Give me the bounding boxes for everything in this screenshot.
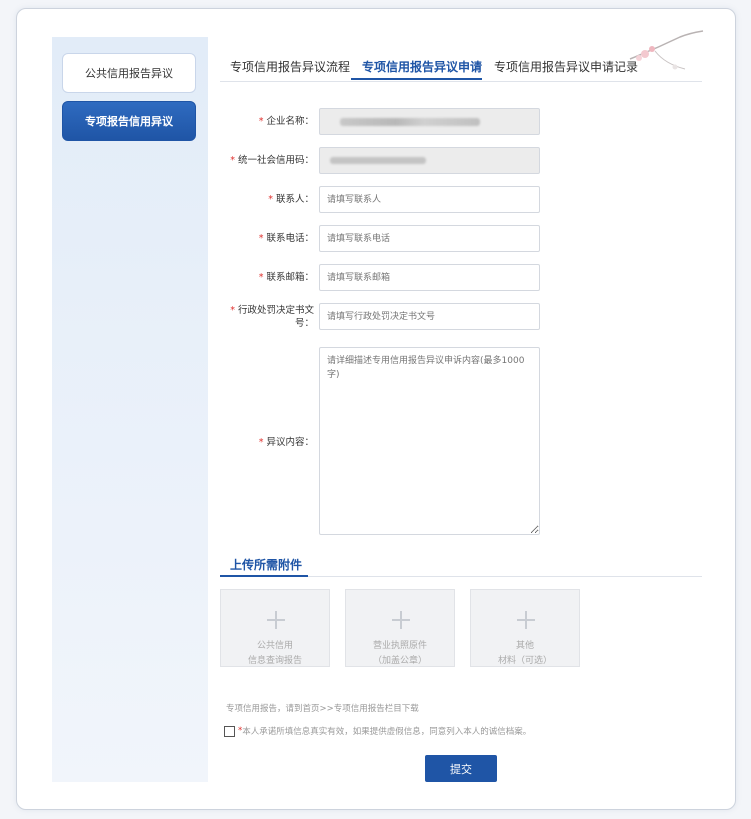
sidebar-item-special-report-objection[interactable]: 专项报告信用异议 (62, 101, 196, 141)
company-name-field (319, 108, 540, 135)
upload-label-line2: （加盖公章） (372, 656, 427, 666)
required-mark: * (230, 155, 235, 166)
company-name-label: * 企业名称： (258, 116, 314, 127)
redacted-value (340, 118, 480, 126)
redacted-value (330, 157, 426, 164)
decision-number-input[interactable] (319, 303, 540, 330)
required-mark: * (268, 194, 273, 205)
contact-input[interactable] (319, 186, 540, 213)
email-label: * 联系邮箱： (258, 272, 314, 283)
section-title-underline (220, 575, 308, 577)
active-tab-indicator (351, 78, 482, 80)
contact-label: * 联系人： (268, 194, 314, 205)
upload-label-line1: 其他 (515, 641, 534, 651)
decision-number-row: * 行政处罚决定书文 号： (220, 303, 542, 333)
credit-code-row: * 统一社会信用码： (220, 147, 542, 175)
required-mark: * (230, 305, 235, 316)
required-mark: * (258, 437, 264, 448)
plus-icon (471, 610, 579, 630)
upload-other-materials[interactable]: 其他 材料（可选） (470, 589, 580, 667)
upload-business-license[interactable]: 营业执照原件 （加盖公章） (345, 589, 455, 667)
required-mark: * (258, 116, 264, 127)
required-mark: * (258, 272, 264, 283)
phone-input[interactable] (319, 225, 540, 252)
objection-content-label: * 异议内容： (258, 437, 314, 448)
agreement-text: 本人承诺所填信息真实有效，如果提供虚假信息，同意列入本人的诚信档案。 (242, 727, 532, 737)
upload-label-line2: 信息查询报告 (247, 656, 302, 666)
decision-number-label: * 行政处罚决定书文 号： (230, 305, 314, 329)
upload-label-line1: 公共信用 (256, 641, 293, 651)
attachments-section-title: 上传所需附件 (230, 558, 303, 572)
submit-button[interactable]: 提交 (425, 755, 497, 782)
tab-objection-application[interactable]: 专项信用报告异议申请 (362, 58, 482, 75)
sidebar-item-label: 公共信用报告异议 (85, 67, 173, 80)
objection-content-row: * 异议内容： (220, 347, 542, 535)
phone-label: * 联系电话： (258, 233, 314, 244)
download-note: 专项信用报告，请到首页>>专项信用报告栏目下载 (226, 704, 419, 714)
upload-credit-query-report[interactable]: 公共信用 信息查询报告 (220, 589, 330, 667)
contact-row: * 联系人： (220, 186, 542, 214)
phone-row: * 联系电话： (220, 225, 542, 253)
email-row: * 联系邮箱： (220, 264, 542, 292)
upload-label-line2: 材料（可选） (497, 656, 552, 666)
required-mark: * (258, 233, 264, 244)
tab-objection-process[interactable]: 专项信用报告异议流程 (230, 58, 350, 75)
plus-icon (221, 610, 329, 630)
credit-code-label: * 统一社会信用码： (230, 155, 314, 166)
agreement-row: * 本人承诺所填信息真实有效，如果提供虚假信息，同意列入本人的诚信档案。 (224, 725, 531, 737)
sidebar-item-public-credit-objection[interactable]: 公共信用报告异议 (62, 53, 196, 93)
objection-content-textarea[interactable] (319, 347, 540, 535)
email-input[interactable] (319, 264, 540, 291)
sidebar-item-label: 专项报告信用异议 (85, 115, 173, 128)
sidebar: 公共信用报告异议 专项报告信用异议 (52, 37, 208, 782)
tab-application-records[interactable]: 专项信用报告异议申请记录 (494, 58, 638, 75)
plus-icon (346, 610, 454, 630)
company-name-row: * 企业名称： (220, 108, 542, 136)
credit-code-field (319, 147, 540, 174)
upload-label-line1: 营业执照原件 (372, 641, 427, 651)
agreement-checkbox[interactable] (224, 725, 235, 737)
